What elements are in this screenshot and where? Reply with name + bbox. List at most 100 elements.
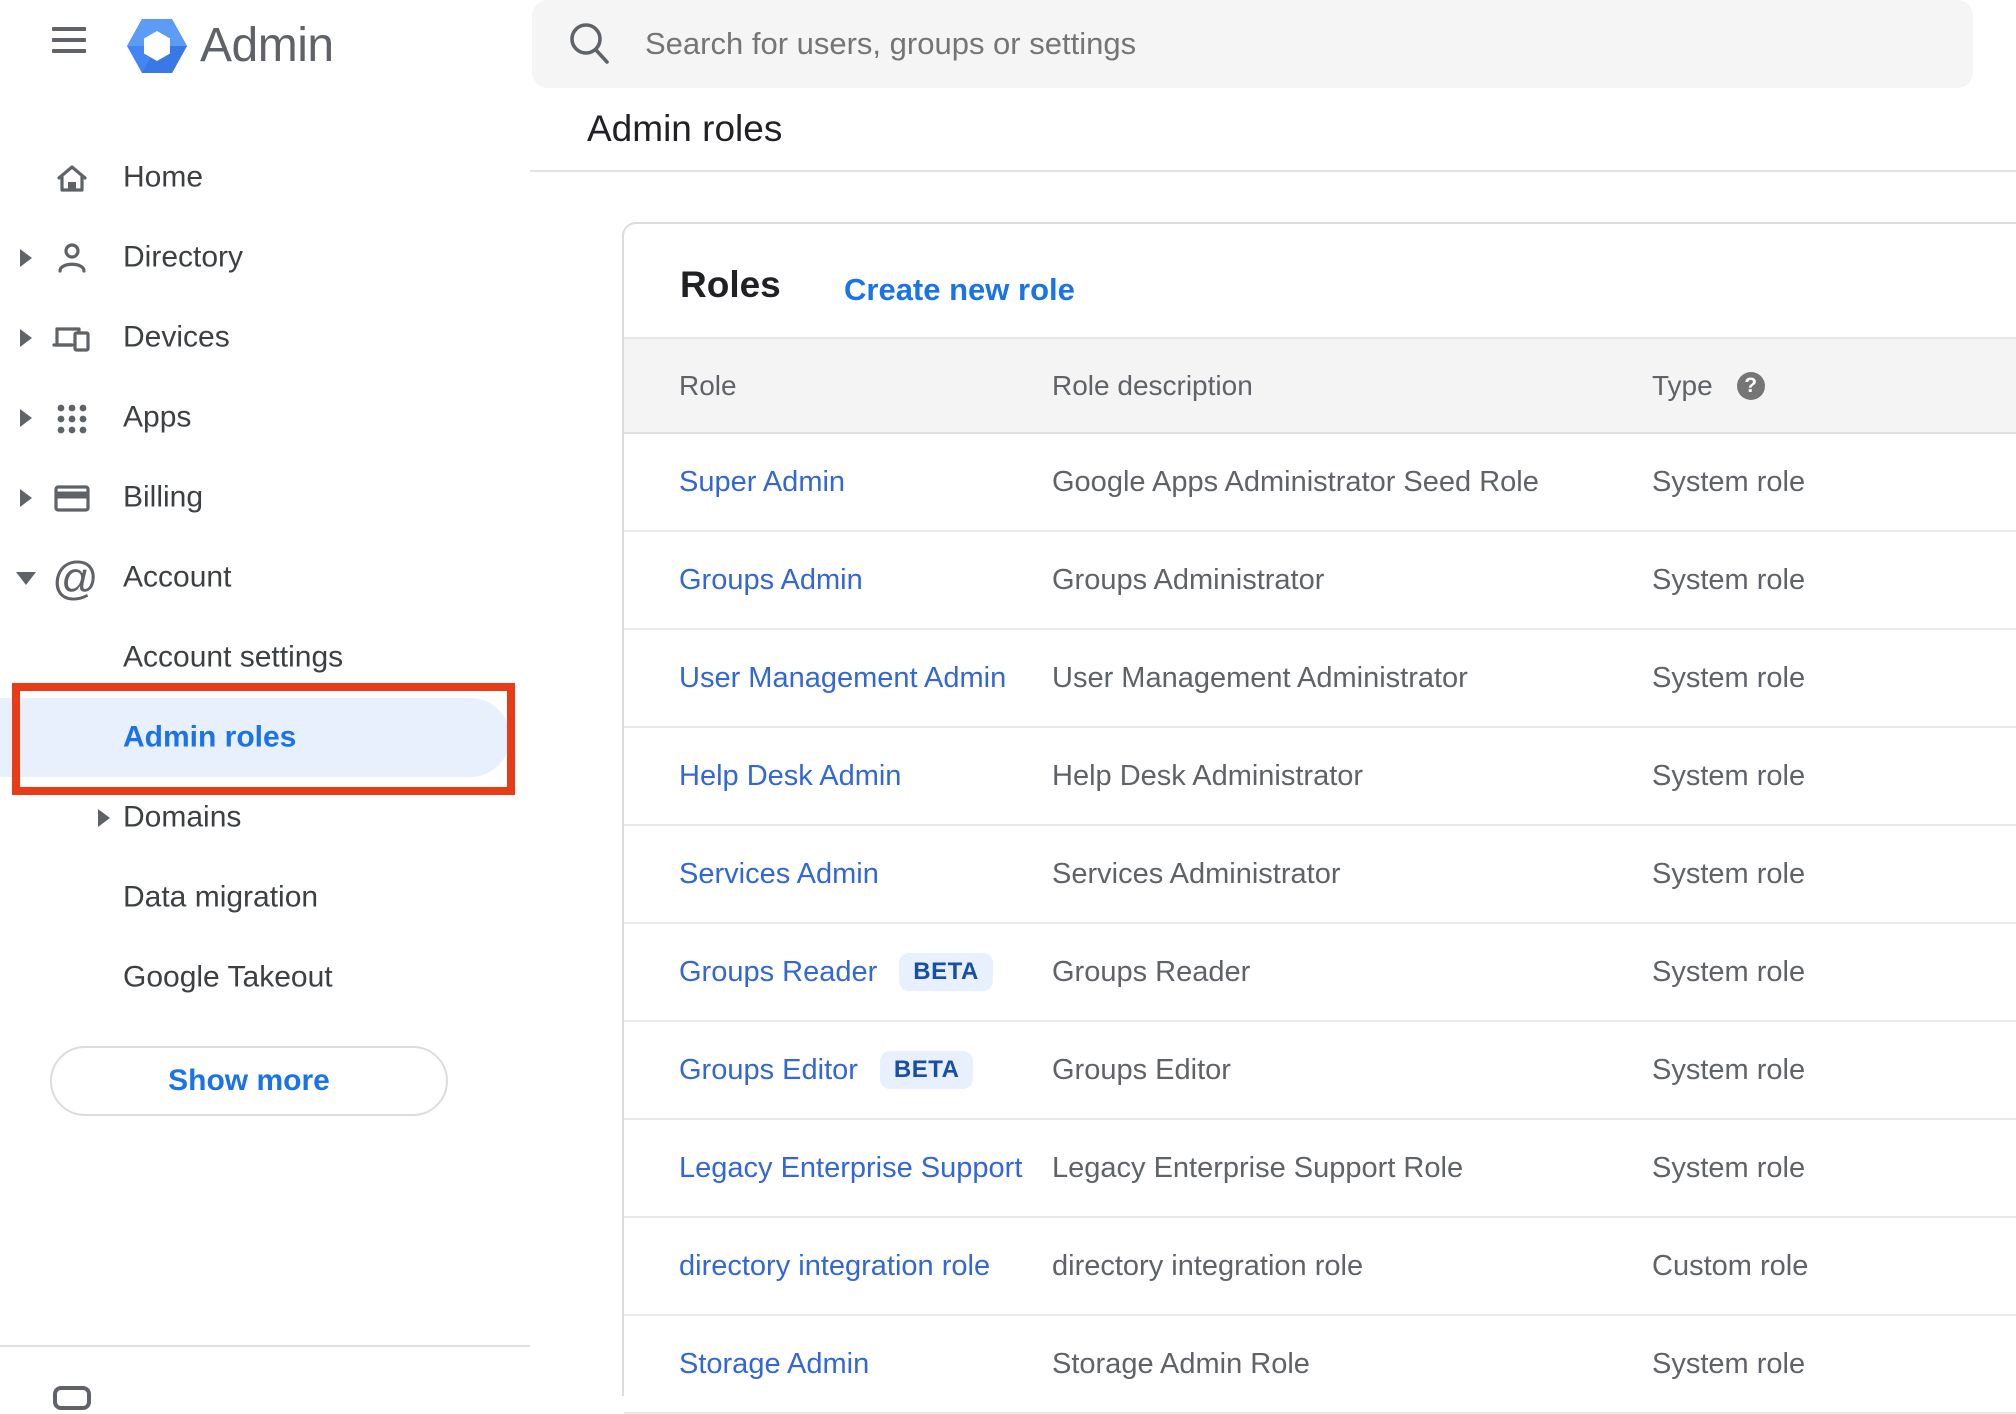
table-row: Super Admin Google Apps Administrator Se… xyxy=(624,434,2016,532)
role-cell: Storage Admin xyxy=(679,1348,1052,1381)
role-type: System role xyxy=(1652,1347,1806,1380)
expand-arrow-icon[interactable] xyxy=(20,409,32,427)
role-type: System role xyxy=(1652,955,1806,988)
role-cell: Groups Reader BETA xyxy=(679,953,1052,991)
sidebar-divider xyxy=(0,1345,530,1347)
sidebar-item-label: Apps xyxy=(123,400,192,434)
role-cell: User Management Admin xyxy=(679,662,1052,695)
content-divider xyxy=(530,170,2016,172)
sidebar-item-label: Data migration xyxy=(123,880,319,914)
sidebar-item-devices[interactable]: Devices xyxy=(0,298,531,378)
table-row: Groups Editor BETA Groups Editor System … xyxy=(624,1022,2016,1120)
role-description: User Management Administrator xyxy=(1052,661,1468,694)
table-row: Storage Admin Storage Admin Role System … xyxy=(624,1316,2016,1414)
beta-badge: BETA xyxy=(899,953,993,991)
role-cell: Groups Admin xyxy=(679,564,1052,597)
apps-grid-icon xyxy=(52,398,92,438)
home-icon xyxy=(52,158,92,198)
expand-arrow-icon[interactable] xyxy=(20,249,32,267)
sidebar-item-label: Home xyxy=(123,160,204,194)
role-description: Groups Reader xyxy=(1052,955,1251,988)
role-cell: Groups Editor BETA xyxy=(679,1051,1052,1089)
admin-logo-icon xyxy=(127,19,187,78)
roles-panel: Roles Create new role Role Role descript… xyxy=(622,222,2016,1414)
sidebar-item-account-settings[interactable]: Account settings xyxy=(0,618,531,698)
table-row: Groups Admin Groups Administrator System… xyxy=(624,532,2016,630)
menu-hamburger-icon[interactable] xyxy=(50,24,88,56)
expand-arrow-icon[interactable] xyxy=(20,489,32,507)
sidebar-item-data-migration[interactable]: Data migration xyxy=(0,858,531,938)
role-cell: Help Desk Admin xyxy=(679,760,1052,793)
sidebar-item-label: Devices xyxy=(123,320,230,354)
sidebar-item-directory[interactable]: Directory xyxy=(0,218,531,298)
expand-arrow-icon[interactable] xyxy=(98,809,110,827)
role-cell: directory integration role xyxy=(679,1250,1052,1283)
at-sign-icon: @ xyxy=(52,552,99,604)
sidebar-item-label: Google Takeout xyxy=(123,960,333,994)
role-link[interactable]: Groups Editor xyxy=(679,1054,858,1087)
table-header-row: Role Role description Type ? xyxy=(624,337,2016,434)
role-description: Services Administrator xyxy=(1052,857,1341,890)
sidebar-item-account[interactable]: @ Account xyxy=(0,538,531,618)
role-link[interactable]: Help Desk Admin xyxy=(679,760,901,793)
role-link[interactable]: directory integration role xyxy=(679,1250,990,1283)
role-type: System role xyxy=(1652,661,1806,694)
role-link[interactable]: Super Admin xyxy=(679,466,845,499)
sidebar-item-label: Admin roles xyxy=(123,719,297,753)
credit-card-icon xyxy=(52,478,92,518)
role-type: System role xyxy=(1652,563,1806,596)
help-icon[interactable]: ? xyxy=(1736,371,1765,400)
sidebar: Admin Home Directory Devices Apps Billin… xyxy=(0,0,531,1410)
sidebar-item-label: Billing xyxy=(123,480,204,514)
sidebar-item-billing[interactable]: Billing xyxy=(0,458,531,538)
column-header-description: Role description xyxy=(1052,369,1253,401)
role-cell: Services Admin xyxy=(679,858,1052,891)
breadcrumb: Admin roles xyxy=(587,108,783,149)
panel-title: Roles xyxy=(680,264,781,305)
role-type: System role xyxy=(1652,465,1806,498)
sidebar-item-admin-roles-selected[interactable]: Admin roles xyxy=(0,698,510,777)
sidebar-item-label: Domains xyxy=(123,800,242,834)
role-link[interactable]: Legacy Enterprise Support xyxy=(679,1152,1022,1185)
role-cell: Legacy Enterprise Support xyxy=(679,1152,1052,1185)
role-link[interactable]: Groups Reader xyxy=(679,956,877,989)
table-row: Legacy Enterprise Support Legacy Enterpr… xyxy=(624,1120,2016,1218)
app-title: Admin xyxy=(200,19,334,72)
create-new-role-link[interactable]: Create new role xyxy=(844,272,1075,308)
table-row: directory integration role directory int… xyxy=(624,1218,2016,1316)
sidebar-item-google-takeout[interactable]: Google Takeout xyxy=(0,938,531,1018)
sidebar-item-apps[interactable]: Apps xyxy=(0,378,531,458)
show-more-button[interactable]: Show more xyxy=(50,1046,448,1116)
role-description: Google Apps Administrator Seed Role xyxy=(1052,465,1539,498)
table-row: User Management Admin User Management Ad… xyxy=(624,630,2016,728)
table-row: Help Desk Admin Help Desk Administrator … xyxy=(624,728,2016,826)
beta-badge: BETA xyxy=(879,1051,974,1089)
sidebar-item-domains[interactable]: Domains xyxy=(0,778,531,858)
role-link[interactable]: User Management Admin xyxy=(679,662,1006,695)
role-description: Storage Admin Role xyxy=(1052,1347,1310,1380)
roles-table-body: Super Admin Google Apps Administrator Se… xyxy=(624,434,2016,1414)
role-link[interactable]: Groups Admin xyxy=(679,564,863,597)
person-icon xyxy=(52,238,92,278)
role-type: System role xyxy=(1652,857,1806,890)
sidebar-item-label: Directory xyxy=(123,240,244,274)
expand-arrow-icon[interactable] xyxy=(20,329,32,347)
role-description: directory integration role xyxy=(1052,1249,1364,1282)
collapse-arrow-icon[interactable] xyxy=(16,572,36,585)
role-link[interactable]: Services Admin xyxy=(679,858,879,891)
role-cell: Super Admin xyxy=(679,466,1052,499)
role-type: System role xyxy=(1652,759,1806,792)
role-type: Custom role xyxy=(1652,1249,1809,1282)
table-row: Services Admin Services Administrator Sy… xyxy=(624,826,2016,924)
search-placeholder-text: Search for users, groups or settings xyxy=(645,26,1137,61)
clipped-bottom-icon xyxy=(53,1386,91,1410)
sidebar-item-label: Account settings xyxy=(123,640,344,674)
global-search-bar[interactable]: Search for users, groups or settings xyxy=(532,0,1973,88)
devices-icon xyxy=(52,318,92,358)
show-more-label: Show more xyxy=(168,1064,330,1097)
role-link[interactable]: Storage Admin xyxy=(679,1348,869,1381)
role-type: System role xyxy=(1652,1053,1806,1086)
search-icon xyxy=(568,20,612,71)
role-type: System role xyxy=(1652,1151,1806,1184)
sidebar-item-home[interactable]: Home xyxy=(0,138,531,218)
